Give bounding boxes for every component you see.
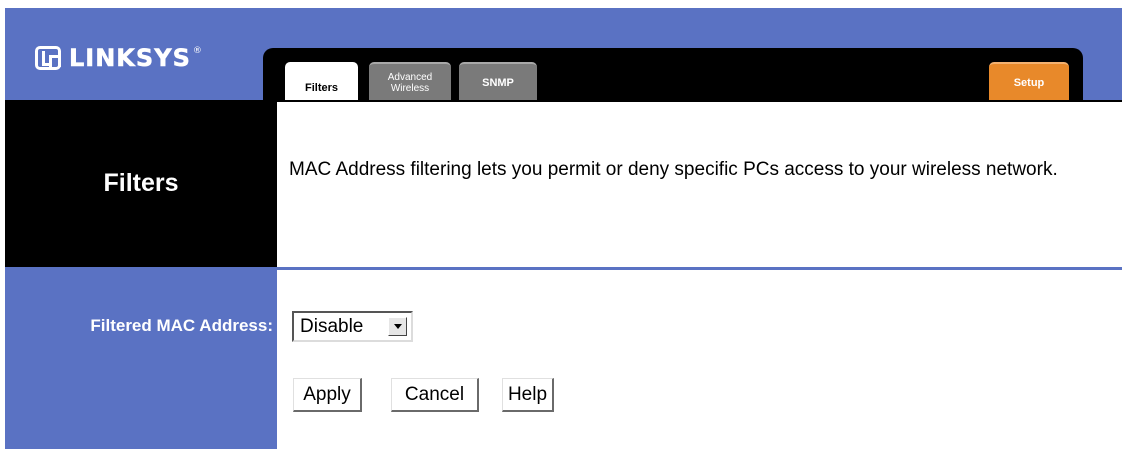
tab-setup[interactable]: Setup: [989, 62, 1069, 102]
help-button[interactable]: Help: [502, 378, 554, 412]
registered-mark: ®: [192, 46, 202, 56]
cancel-button[interactable]: Cancel: [391, 378, 479, 412]
select-value: Disable: [300, 315, 364, 337]
tab-snmp-label: SNMP: [482, 77, 514, 89]
tab-advanced-line1: Advanced: [387, 72, 433, 83]
settings-form-panel: Disable Apply Cancel Help: [277, 270, 1122, 449]
settings-label-panel: Filtered MAC Address:: [5, 267, 277, 449]
linksys-logo: LINKSYS ®: [35, 44, 202, 72]
tab-advanced-wireless[interactable]: Advanced Wireless: [369, 62, 451, 102]
description-panel: MAC Address filtering lets you permit or…: [277, 100, 1122, 267]
title-panel: Filters: [5, 100, 277, 267]
header-bar: LINKSYS ® Filters Advanced Wireless SNMP…: [5, 8, 1122, 110]
filtered-mac-address-select[interactable]: Disable: [292, 311, 413, 342]
tab-advanced-line2: Wireless: [390, 83, 430, 94]
linksys-logo-icon: [35, 46, 61, 70]
tab-setup-label: Setup: [1013, 77, 1045, 89]
page-title: Filters: [103, 169, 179, 197]
section-description: MAC Address filtering lets you permit or…: [289, 159, 1058, 180]
filtered-mac-address-label: Filtered MAC Address:: [90, 316, 273, 335]
tab-advanced-wireless-label: Advanced Wireless: [388, 72, 432, 94]
page-right-margin: [1122, 8, 1131, 449]
tab-filters-label: Filters: [304, 82, 338, 94]
tab-snmp[interactable]: SNMP: [459, 62, 537, 102]
chevron-down-icon[interactable]: [388, 317, 407, 336]
app-frame: LINKSYS ® Filters Advanced Wireless SNMP…: [0, 0, 1131, 449]
apply-button[interactable]: Apply: [293, 378, 362, 412]
logo-text: LINKSYS: [69, 44, 191, 73]
